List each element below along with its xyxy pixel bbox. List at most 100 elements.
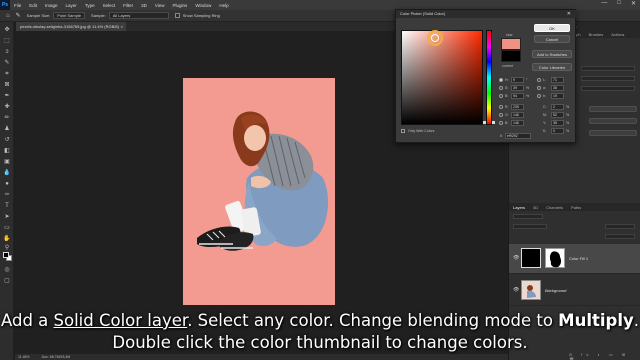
property-field[interactable] [581,66,635,71]
menu-edit[interactable]: Edit [25,3,41,8]
menu-image[interactable]: Image [41,3,62,8]
color-libraries-button[interactable]: Color Libraries [532,63,572,71]
blend-mode-select[interactable] [513,224,547,229]
path-select-icon[interactable]: ➤ [3,213,11,221]
sample-select[interactable]: All Layers [108,12,169,19]
hue-field[interactable]: 9 [511,77,524,83]
hand-tool-icon[interactable]: ✋ [3,235,11,243]
maximize-icon[interactable]: □ [617,0,621,7]
menu-view[interactable]: View [151,3,169,8]
property-field[interactable] [581,76,635,81]
cancel-button[interactable]: Cancel [534,35,570,43]
menu-select[interactable]: Select [99,3,120,8]
panel-button[interactable] [589,130,637,136]
blue-radio[interactable] [499,121,503,125]
minimize-icon[interactable]: — [601,0,607,7]
layer-filter-select[interactable] [513,214,543,219]
black-field[interactable]: 0 [551,128,564,134]
dodge-tool-icon[interactable]: ● [3,180,11,188]
lab-b-radio[interactable] [537,94,541,98]
magenta-field[interactable]: 52 [551,112,564,118]
blue-field[interactable]: 146 [511,120,524,126]
pen-tool-icon[interactable]: ✑ [3,191,11,199]
only-web-colors-checkbox[interactable] [401,129,405,133]
brightness-field[interactable]: 94 [511,93,524,99]
eyedropper-icon[interactable]: ✒ [3,92,11,100]
menu-plugins[interactable]: Plugins [169,3,192,8]
layer-row-background[interactable]: 👁 Background [509,276,640,306]
tab-channels[interactable]: Channels [542,205,567,210]
green-radio[interactable] [499,113,503,117]
eyedropper-tool-icon[interactable]: ✎ [16,12,21,19]
menu-file[interactable]: File [10,3,25,8]
layer-row-color-fill[interactable]: 👁 Color Fill 1 [509,244,640,274]
healing-brush-icon[interactable]: ✚ [3,103,11,111]
zoom-tool-icon[interactable]: ⚲ [3,244,11,252]
gradient-tool-icon[interactable]: ▣ [3,158,11,166]
layer-mask-thumbnail[interactable] [545,248,565,268]
move-tool-icon[interactable]: ✥ [3,26,11,34]
document-tab[interactable]: pexels-nikolay-seliginha-3166769.jpg @ 1… [16,22,126,31]
tab-paths[interactable]: Paths [567,205,585,210]
shape-tool-icon[interactable]: ▭ [3,224,11,232]
close-tab-icon[interactable]: × [121,24,123,29]
lab-a-field[interactable]: 36 [551,85,564,91]
eye-icon[interactable]: 👁 [513,255,519,261]
saturation-radio[interactable] [499,86,503,90]
current-color-swatch[interactable] [501,50,521,62]
show-sampling-ring-checkbox[interactable] [174,13,180,18]
menu-3d[interactable]: 3D [137,3,151,8]
menu-layer[interactable]: Layer [62,3,81,8]
menu-filter[interactable]: Filter [119,3,137,8]
clone-stamp-icon[interactable]: ♟ [3,125,11,133]
eye-icon[interactable]: 👁 [513,287,519,293]
saturation-brightness-field[interactable] [401,30,483,125]
frame-tool-icon[interactable]: ⊠ [3,81,11,89]
menu-help[interactable]: Help [215,3,232,8]
hue-slider[interactable] [486,30,492,125]
saturation-field[interactable]: 39 [511,85,524,91]
layer-color-thumbnail[interactable] [521,248,541,268]
red-radio[interactable] [499,105,503,109]
hue-radio[interactable] [499,78,503,82]
crop-tool-icon[interactable]: ⌗ [3,70,11,78]
opacity-field[interactable] [605,224,635,229]
red-field[interactable]: 239 [511,104,524,110]
menu-window[interactable]: Window [191,3,215,8]
color-cursor-icon[interactable] [431,34,439,42]
fill-field[interactable] [605,234,635,239]
lab-l-radio[interactable] [537,78,541,82]
hex-field[interactable]: ef9292 [505,133,531,139]
property-field[interactable] [581,86,635,91]
sample-size-select[interactable]: Point Sample [53,12,86,19]
panel-button[interactable] [589,118,637,124]
tab-layers[interactable]: Layers [509,205,529,210]
eraser-tool-icon[interactable]: ◧ [3,147,11,155]
lasso-tool-icon[interactable]: ↄ [3,48,11,56]
close-dialog-icon[interactable]: ✕ [567,10,571,18]
quick-mask-icon[interactable]: ◎ [3,266,11,274]
history-brush-icon[interactable]: ↺ [3,136,11,144]
brush-tool-icon[interactable]: ✏ [3,114,11,122]
layer-name-background[interactable]: Background [545,288,566,293]
tab-brushes-2[interactable]: Brushes [585,32,608,37]
zoom-level[interactable]: 11.46% [18,355,30,359]
layer-name-color-fill[interactable]: Color Fill 1 [569,256,588,261]
type-tool-icon[interactable]: T [3,202,11,210]
hue-slider-handle[interactable] [483,121,495,124]
green-field[interactable]: 146 [511,112,524,118]
ok-button[interactable]: OK [534,24,570,32]
menu-type[interactable]: Type [81,3,99,8]
cyan-field[interactable]: 2 [551,104,564,110]
panel-button[interactable] [589,106,637,112]
layer-image-thumbnail[interactable] [521,280,541,300]
home-icon[interactable]: ⌂ [6,13,10,19]
tab-3d[interactable]: 3D [529,205,542,210]
close-window-icon[interactable]: ✕ [631,0,636,7]
quick-select-tool-icon[interactable]: ✎ [3,59,11,67]
foreground-color-swatch[interactable] [3,252,9,258]
yellow-field[interactable]: 35 [551,120,564,126]
lab-b-field[interactable]: 19 [551,93,564,99]
lab-l-field[interactable]: 71 [551,77,564,83]
marquee-tool-icon[interactable]: ⬚ [3,37,11,45]
